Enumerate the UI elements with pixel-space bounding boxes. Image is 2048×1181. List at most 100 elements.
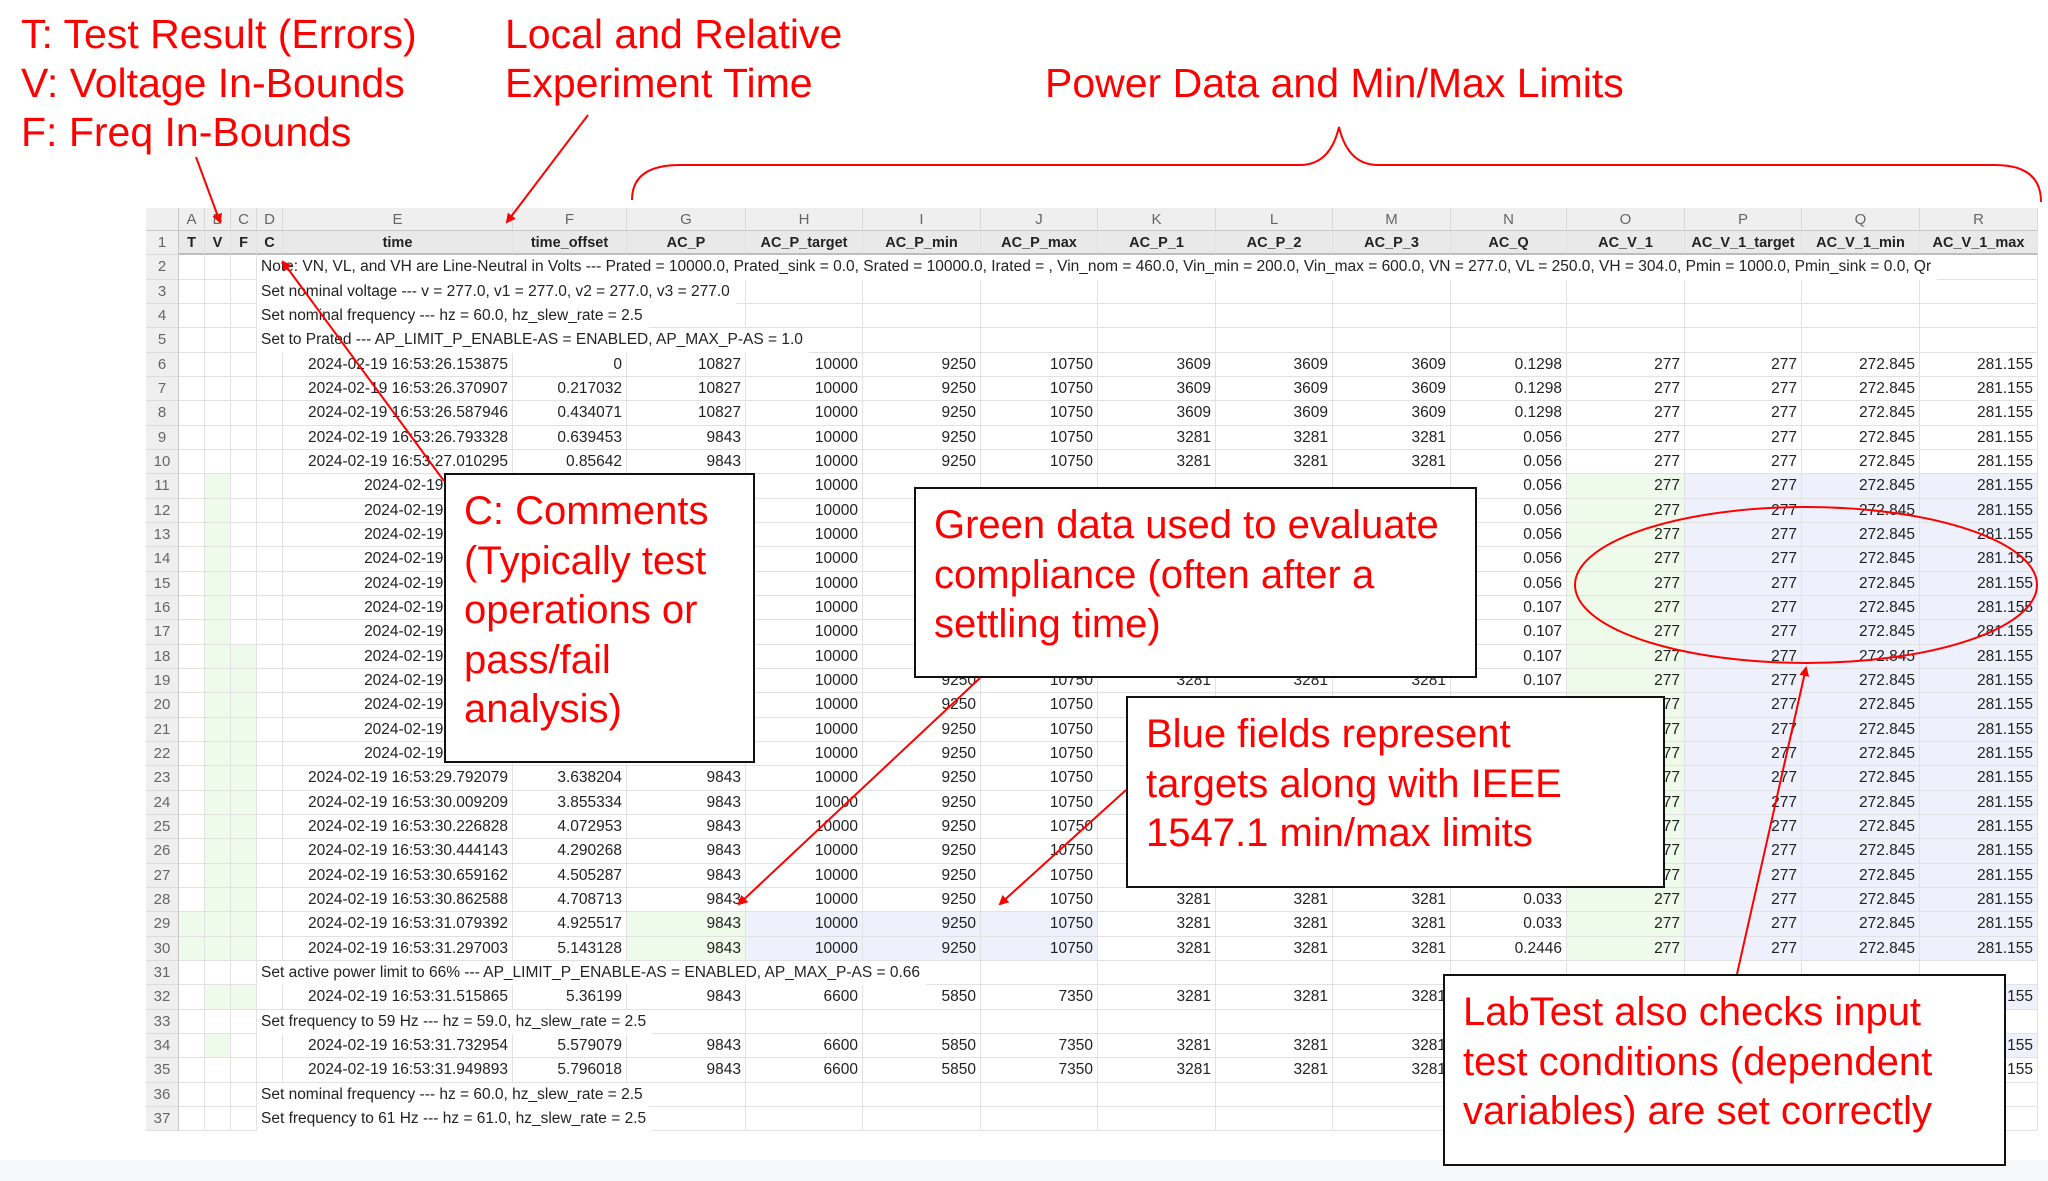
cell-l[interactable]: [1216, 328, 1333, 353]
cell-c[interactable]: [231, 717, 257, 742]
cell-e[interactable]: 2024-02-19 16:53:26.793328: [283, 425, 513, 450]
cell-b[interactable]: [205, 936, 231, 961]
cell-p[interactable]: 277: [1685, 766, 1802, 791]
cell-m[interactable]: 3281: [1333, 1058, 1451, 1083]
cell-r[interactable]: 281.155: [1920, 814, 2038, 840]
cell-h[interactable]: [746, 1106, 863, 1132]
cell-o[interactable]: 277: [1567, 401, 1685, 426]
cell-a[interactable]: [179, 985, 205, 1010]
cell-j[interactable]: 10750: [981, 839, 1098, 864]
cell-m[interactable]: 3609: [1333, 376, 1451, 402]
cell-a[interactable]: [179, 571, 205, 596]
cell-a[interactable]: [179, 814, 205, 840]
header-cell-p[interactable]: AC_V_1_target: [1685, 231, 1802, 256]
cell-b[interactable]: [205, 425, 231, 450]
cell-b[interactable]: [205, 376, 231, 402]
cell-p[interactable]: 277: [1685, 863, 1802, 888]
cell-i[interactable]: [863, 1106, 981, 1132]
cell-j[interactable]: [981, 1009, 1098, 1034]
cell-a[interactable]: [179, 1033, 205, 1059]
cell-p[interactable]: 277: [1685, 352, 1802, 377]
row-number[interactable]: 24: [146, 790, 179, 815]
cell-f[interactable]: 3.855334: [513, 790, 627, 815]
cell-d[interactable]: [257, 863, 283, 888]
cell-i[interactable]: 9250: [863, 376, 981, 402]
column-header-q[interactable]: Q: [1802, 208, 1920, 231]
cell-q[interactable]: [1802, 303, 1920, 329]
cell-l[interactable]: 3609: [1216, 376, 1333, 402]
cell-n[interactable]: [1451, 279, 1567, 304]
cell-i[interactable]: [863, 1082, 981, 1107]
cell-c[interactable]: [231, 1082, 257, 1107]
cell-i[interactable]: 5850: [863, 1033, 981, 1059]
cell-h[interactable]: 10000: [746, 352, 863, 377]
cell-e[interactable]: 2024-02-19 16:53:29.792079: [283, 766, 513, 791]
cell-i[interactable]: [863, 1009, 981, 1034]
cell-r[interactable]: 281.155: [1920, 668, 2038, 694]
cell-p[interactable]: 277: [1685, 620, 1802, 645]
cell-n[interactable]: 0.2446: [1451, 936, 1567, 961]
cell-q[interactable]: 272.845: [1802, 839, 1920, 864]
cell-b[interactable]: [205, 595, 231, 621]
cell-r[interactable]: 281.155: [1920, 425, 2038, 450]
row-number[interactable]: 37: [146, 1106, 179, 1132]
cell-q[interactable]: 272.845: [1802, 620, 1920, 645]
cell-h[interactable]: 10000: [746, 912, 863, 937]
cell-r[interactable]: 281.155: [1920, 547, 2038, 572]
cell-o[interactable]: 277: [1567, 449, 1685, 475]
cell-k[interactable]: 3281: [1098, 912, 1216, 937]
cell-d[interactable]: [257, 449, 283, 475]
cell-a[interactable]: [179, 328, 205, 353]
cell-o[interactable]: 277: [1567, 498, 1685, 523]
cell-j[interactable]: 10750: [981, 814, 1098, 840]
row-number[interactable]: 26: [146, 839, 179, 864]
row-number[interactable]: 22: [146, 741, 179, 767]
cell-c[interactable]: [231, 449, 257, 475]
cell-p[interactable]: 277: [1685, 498, 1802, 523]
cell-h[interactable]: [746, 279, 863, 304]
cell-l[interactable]: 3281: [1216, 887, 1333, 913]
cell-n[interactable]: 0.1298: [1451, 401, 1567, 426]
cell-e[interactable]: 2024-02-19 16:53:26.153875: [283, 352, 513, 377]
cell-p[interactable]: 277: [1685, 425, 1802, 450]
cell-o[interactable]: 277: [1567, 644, 1685, 669]
cell-c[interactable]: [231, 498, 257, 523]
cell-h[interactable]: 6600: [746, 985, 863, 1010]
row-number[interactable]: 25: [146, 814, 179, 840]
cell-h[interactable]: 10000: [746, 887, 863, 913]
cell-a[interactable]: [179, 693, 205, 718]
cell-d[interactable]: [257, 620, 283, 645]
cell-d[interactable]: [257, 839, 283, 864]
cell-a[interactable]: [179, 790, 205, 815]
cell-m[interactable]: 3609: [1333, 401, 1451, 426]
cell-d[interactable]: [257, 985, 283, 1010]
cell-d[interactable]: [257, 912, 283, 937]
row-number[interactable]: 13: [146, 522, 179, 548]
cell-j[interactable]: 10750: [981, 912, 1098, 937]
cell-g[interactable]: 9843: [627, 766, 746, 791]
cell-i[interactable]: 9250: [863, 425, 981, 450]
cell-d[interactable]: [257, 474, 283, 499]
cell-g[interactable]: 9843: [627, 912, 746, 937]
cell-b[interactable]: [205, 912, 231, 937]
cell-a[interactable]: [179, 644, 205, 669]
cell-i[interactable]: 5850: [863, 1058, 981, 1083]
cell-b[interactable]: [205, 1082, 231, 1107]
cell-i[interactable]: 9250: [863, 887, 981, 913]
cell-c[interactable]: [231, 303, 257, 329]
cell-q[interactable]: [1802, 328, 1920, 353]
cell-i[interactable]: 9250: [863, 863, 981, 888]
cell-h[interactable]: 10000: [746, 522, 863, 548]
cell-r[interactable]: 281.155: [1920, 936, 2038, 961]
cell-l[interactable]: 3281: [1216, 1033, 1333, 1059]
cell-h[interactable]: 10000: [746, 790, 863, 815]
cell-k[interactable]: 3281: [1098, 425, 1216, 450]
cell-c[interactable]: [231, 1009, 257, 1034]
cell-m[interactable]: 3281: [1333, 449, 1451, 475]
cell-q[interactable]: [1802, 279, 1920, 304]
header-cell-g[interactable]: AC_P: [627, 231, 746, 256]
cell-o[interactable]: 277: [1567, 352, 1685, 377]
cell-d[interactable]: [257, 766, 283, 791]
cell-b[interactable]: [205, 255, 231, 280]
cell-r[interactable]: 281.155: [1920, 376, 2038, 402]
